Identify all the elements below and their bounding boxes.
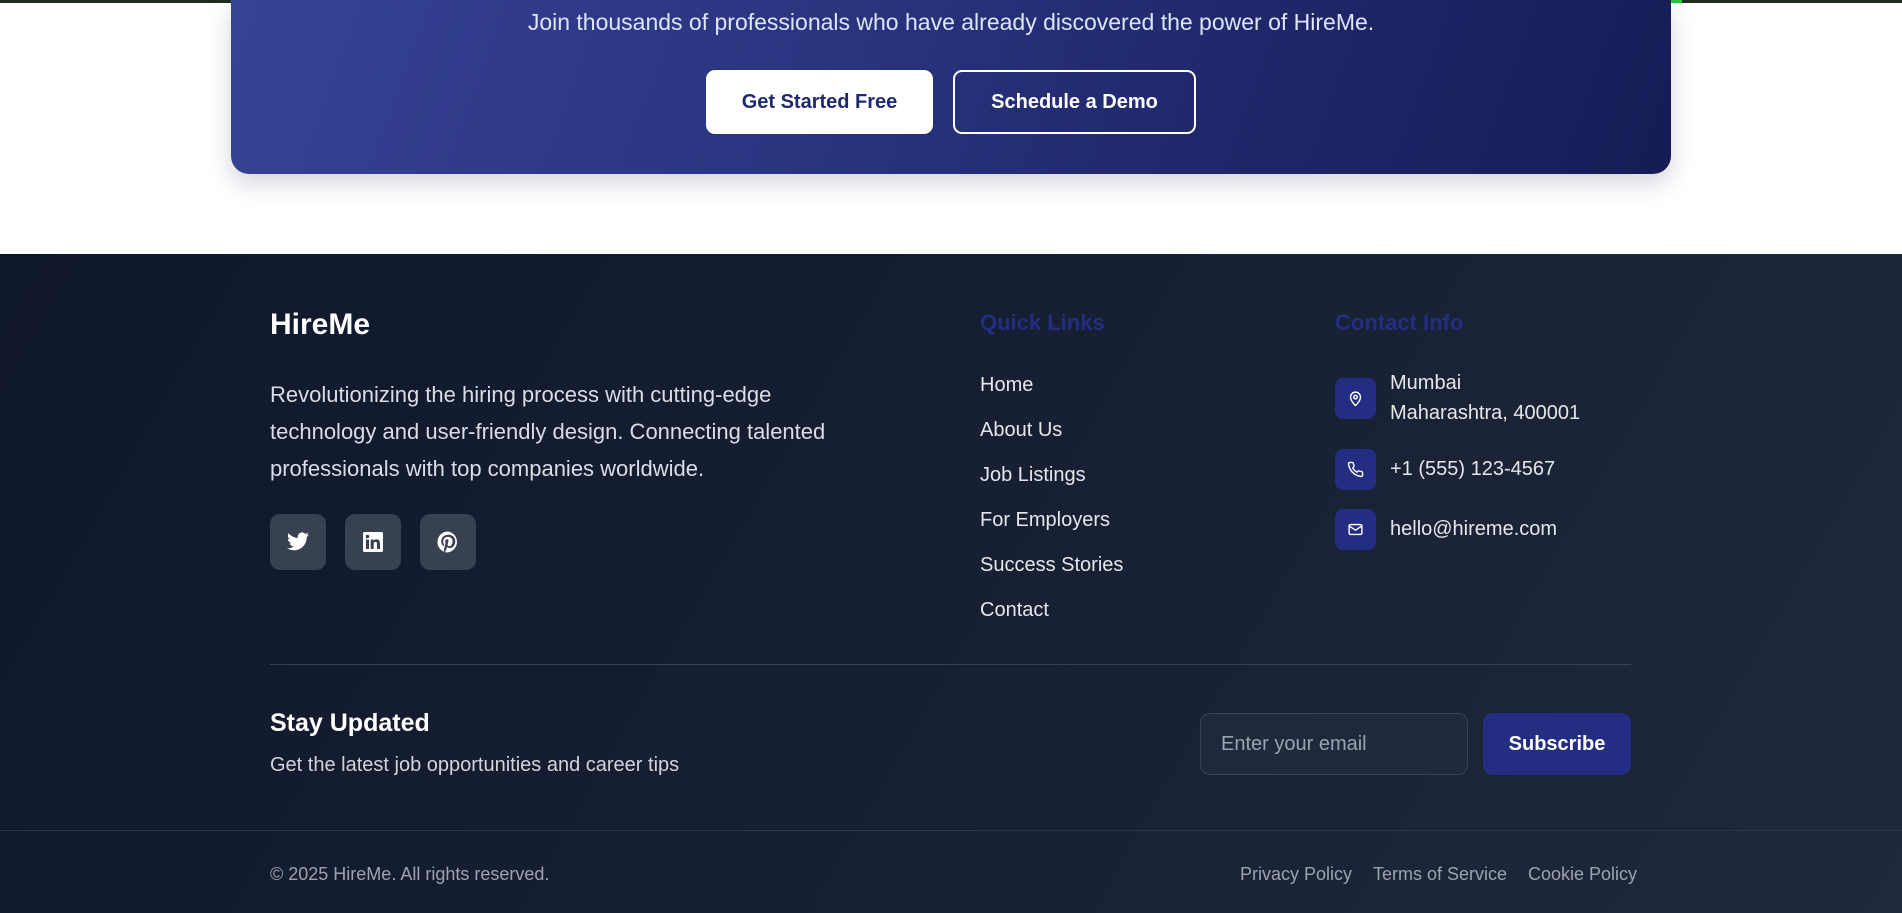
footer-divider xyxy=(270,664,1631,665)
footer-link-jobs[interactable]: Job Listings xyxy=(980,464,1086,487)
phone-icon xyxy=(1335,449,1376,490)
pinterest-icon[interactable] xyxy=(420,514,476,570)
schedule-demo-button[interactable]: Schedule a Demo xyxy=(953,70,1196,134)
terms-of-service-link[interactable]: Terms of Service xyxy=(1373,864,1507,885)
contact-info-title: Contact Info xyxy=(1335,310,1464,335)
address-region: Maharashtra, 400001 xyxy=(1390,402,1581,424)
mail-icon xyxy=(1335,509,1376,550)
newsletter-subtitle: Get the latest job opportunities and car… xyxy=(270,754,680,776)
footer-description: Revolutionizing the hiring process with … xyxy=(270,382,826,481)
footer-link-about[interactable]: About Us xyxy=(980,419,1062,442)
copyright-text: © 2025 HireMe. All rights reserved. xyxy=(270,864,550,884)
cta-subtitle: Join thousands of professionals who have… xyxy=(527,9,1375,35)
footer-brand[interactable]: HireMe xyxy=(270,308,370,342)
quick-links-title: Quick Links xyxy=(980,310,1105,335)
footer-link-contact[interactable]: Contact xyxy=(980,599,1049,622)
twitter-icon[interactable] xyxy=(270,514,326,570)
privacy-policy-link[interactable]: Privacy Policy xyxy=(1240,864,1352,885)
contact-phone[interactable]: +1 (555) 123-4567 xyxy=(1390,454,1555,484)
footer-link-success-stories[interactable]: Success Stories xyxy=(980,554,1123,577)
site-footer: HireMe Revolutionizing the hiring proces… xyxy=(0,254,1902,913)
cookie-policy-link[interactable]: Cookie Policy xyxy=(1528,864,1637,885)
contact-address: Mumbai Maharashtra, 400001 xyxy=(1390,368,1580,428)
linkedin-icon[interactable] xyxy=(345,514,401,570)
footer-link-employers[interactable]: For Employers xyxy=(980,509,1110,532)
newsletter-title: Stay Updated xyxy=(270,709,430,737)
newsletter-email-input[interactable] xyxy=(1200,713,1468,775)
subscribe-button[interactable]: Subscribe xyxy=(1483,713,1631,775)
address-city: Mumbai xyxy=(1390,372,1462,394)
get-started-button[interactable]: Get Started Free xyxy=(706,70,933,134)
contact-email[interactable]: hello@hireme.com xyxy=(1390,514,1557,544)
footer-link-home[interactable]: Home xyxy=(980,374,1033,397)
cta-banner: Join thousands of professionals who have… xyxy=(231,0,1671,174)
footer-bottom-divider xyxy=(0,830,1902,831)
map-pin-icon xyxy=(1335,378,1376,419)
